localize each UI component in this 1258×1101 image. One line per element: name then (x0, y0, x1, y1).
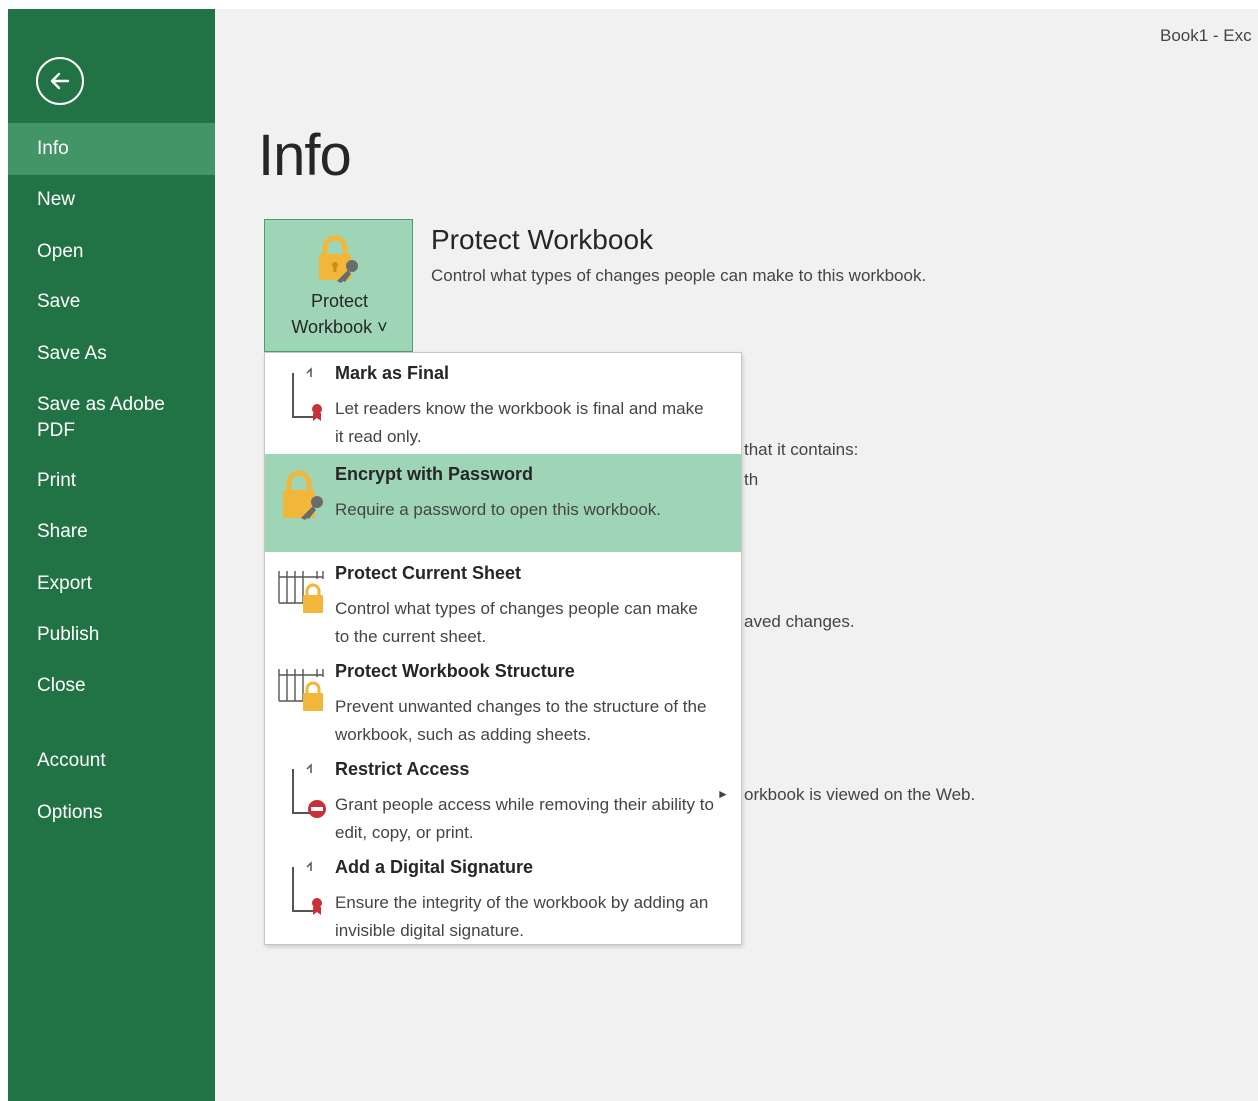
nav-options[interactable]: Options (8, 800, 215, 826)
backstage-sidebar: Info New Open Save Save As Save as Adobe… (8, 9, 215, 1101)
nav-publish[interactable]: Publish (8, 622, 215, 648)
nav-account[interactable]: Account (8, 748, 215, 774)
structure-lock-icon (278, 669, 324, 711)
menu-item-desc: Ensure the integrity of the workbook by … (335, 893, 709, 940)
menu-item-encrypt-with-password[interactable]: Encrypt with Password Require a password… (265, 454, 741, 552)
protect-workbook-title: Protect Workbook (431, 224, 654, 255)
protect-workbook-button[interactable]: Protect Workbook ˅ (264, 219, 413, 352)
back-arrow-icon (50, 72, 70, 90)
sheet-lock-icon (278, 571, 324, 613)
nav-print[interactable]: Print (8, 468, 215, 494)
left-border (0, 0, 8, 1101)
menu-item-title: Mark as Final (335, 363, 450, 383)
nav-label: New (37, 189, 76, 210)
menu-item-title: Encrypt with Password (335, 464, 534, 484)
inspect-fragment: that it contains: (744, 440, 859, 459)
inspect-fragment-2: th (744, 470, 759, 489)
nav-label: Close (37, 675, 86, 696)
nav-save-as-adobe-pdf[interactable]: Save as Adobe PDF (8, 392, 178, 444)
menu-item-protect-workbook-structure[interactable]: Protect Workbook Structure Prevent unwan… (265, 651, 741, 749)
protect-workbook-menu: Mark as Final Let readers know the workb… (264, 352, 742, 945)
window-title: Book1 - Exc (1160, 26, 1252, 45)
menu-item-title: Protect Current Sheet (335, 563, 522, 583)
nav-save[interactable]: Save (8, 289, 215, 315)
lock-key-icon (283, 470, 323, 520)
nav-close[interactable]: Close (8, 673, 215, 699)
menu-item-restrict-access[interactable]: Restrict Access Grant people access whil… (265, 749, 741, 847)
protect-workbook-description: Control what types of changes people can… (431, 266, 927, 285)
menu-item-desc: Control what types of changes people can… (335, 599, 698, 646)
nav-label: Publish (37, 624, 100, 645)
nav-label: Share (37, 521, 88, 542)
menu-item-desc: Prevent unwanted changes to the structur… (335, 697, 707, 744)
signature-icon (292, 861, 322, 915)
nav-info[interactable]: Info (8, 123, 215, 175)
nav-label: Save (37, 291, 81, 312)
nav-label: Info (37, 138, 69, 159)
nav-label: Save As (37, 343, 107, 364)
nav-label: Open (37, 241, 84, 262)
browser-fragment: orkbook is viewed on the Web. (744, 785, 976, 804)
protect-label-line2: Workbook ˅ (291, 317, 388, 337)
protect-label-line1: Protect (310, 291, 369, 311)
nav-export[interactable]: Export (8, 571, 215, 597)
menu-item-desc: Let readers know the workbook is final a… (335, 399, 704, 446)
menu-item-protect-current-sheet[interactable]: Protect Current Sheet Control what types… (265, 553, 741, 651)
nav-label: Export (37, 573, 92, 594)
back-button[interactable] (36, 57, 84, 105)
mark-final-icon (292, 367, 322, 421)
nav-label: Options (37, 802, 103, 823)
lock-key-icon (319, 235, 358, 283)
menu-item-mark-as-final[interactable]: Mark as Final Let readers know the workb… (265, 353, 741, 451)
submenu-arrow-icon: ► (717, 787, 729, 801)
versions-fragment: aved changes. (744, 612, 855, 631)
nav-save-as[interactable]: Save As (8, 341, 215, 367)
menu-item-title: Add a Digital Signature (335, 857, 534, 877)
menu-item-title: Restrict Access (335, 759, 470, 779)
menu-item-desc: Require a password to open this workbook… (335, 500, 662, 519)
restrict-icon (292, 763, 326, 818)
nav-label: Print (37, 470, 77, 491)
page-title: Info (258, 123, 352, 188)
protect-workbook-label: Protect Workbook ˅ (265, 288, 414, 340)
nav-label: Save as Adobe PDF (37, 394, 165, 441)
menu-item-title: Protect Workbook Structure (335, 661, 575, 681)
menu-item-desc: Grant people access while removing their… (335, 795, 714, 842)
nav-new[interactable]: New (8, 187, 215, 213)
nav-label: Account (37, 750, 106, 771)
top-border (0, 0, 1258, 9)
nav-open[interactable]: Open (8, 239, 215, 265)
menu-item-add-digital-signature[interactable]: Add a Digital Signature Ensure the integ… (265, 847, 741, 945)
nav-share[interactable]: Share (8, 519, 215, 545)
